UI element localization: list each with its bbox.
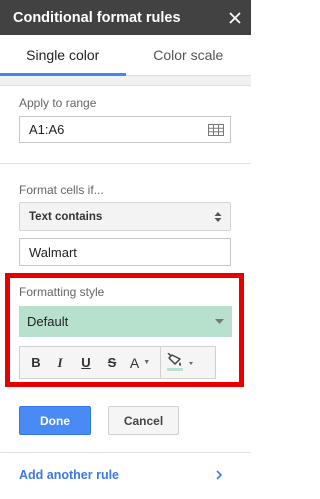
caret-down-icon: ▼ (143, 359, 151, 366)
formatting-style-label: Formatting style (19, 285, 105, 299)
rule-type-tabs: Single color Color scale (0, 35, 251, 76)
bold-button[interactable]: B (25, 351, 47, 375)
divider (0, 163, 251, 164)
text-style-group: B I U S A ▼ (20, 347, 155, 378)
divider (0, 452, 251, 453)
close-button[interactable] (228, 11, 242, 25)
panel-title: Conditional format rules (13, 9, 181, 26)
done-button[interactable]: Done (19, 406, 91, 435)
condition-value: Walmart (29, 244, 77, 260)
updown-arrows-icon (214, 211, 222, 222)
format-toolbar: B I U S A ▼ (19, 346, 216, 379)
add-another-rule-link[interactable]: Add another rule (19, 466, 222, 484)
divider (0, 85, 251, 86)
italic-button[interactable]: I (47, 351, 73, 375)
formatting-style-select[interactable]: Default (19, 306, 232, 337)
text-color-button[interactable]: A ▼ (125, 351, 155, 375)
apply-range-label: Apply to range (19, 96, 97, 110)
paint-bucket-icon (167, 352, 193, 371)
cancel-button[interactable]: Cancel (108, 406, 179, 435)
panel-header: Conditional format rules (0, 0, 251, 35)
tab-label: Single color (26, 47, 100, 63)
condition-select[interactable]: Text contains (19, 202, 231, 231)
chevron-right-icon (216, 470, 222, 480)
tab-single-color[interactable]: Single color (0, 35, 126, 76)
tab-color-scale[interactable]: Color scale (126, 35, 252, 75)
close-icon (229, 11, 241, 24)
fill-color-button[interactable] (161, 347, 201, 378)
dropdown-arrow-icon (215, 319, 224, 324)
add-rule-label: Add another rule (19, 468, 120, 482)
range-value: A1:A6 (29, 122, 65, 137)
section-spacer (0, 76, 251, 85)
grid-icon[interactable] (208, 123, 224, 136)
underline-button[interactable]: U (73, 351, 99, 375)
style-selected: Default (27, 314, 69, 329)
condition-selected: Text contains (29, 210, 103, 223)
tab-label: Color scale (153, 47, 224, 63)
format-cells-label: Format cells if... (19, 183, 104, 197)
conditional-format-panel: Conditional format rules Single color Co… (0, 0, 251, 499)
range-input[interactable]: A1:A6 (19, 116, 231, 143)
strikethrough-button[interactable]: S (99, 351, 125, 375)
text-color-label: A (129, 354, 140, 371)
condition-value-input[interactable]: Walmart (19, 238, 231, 266)
